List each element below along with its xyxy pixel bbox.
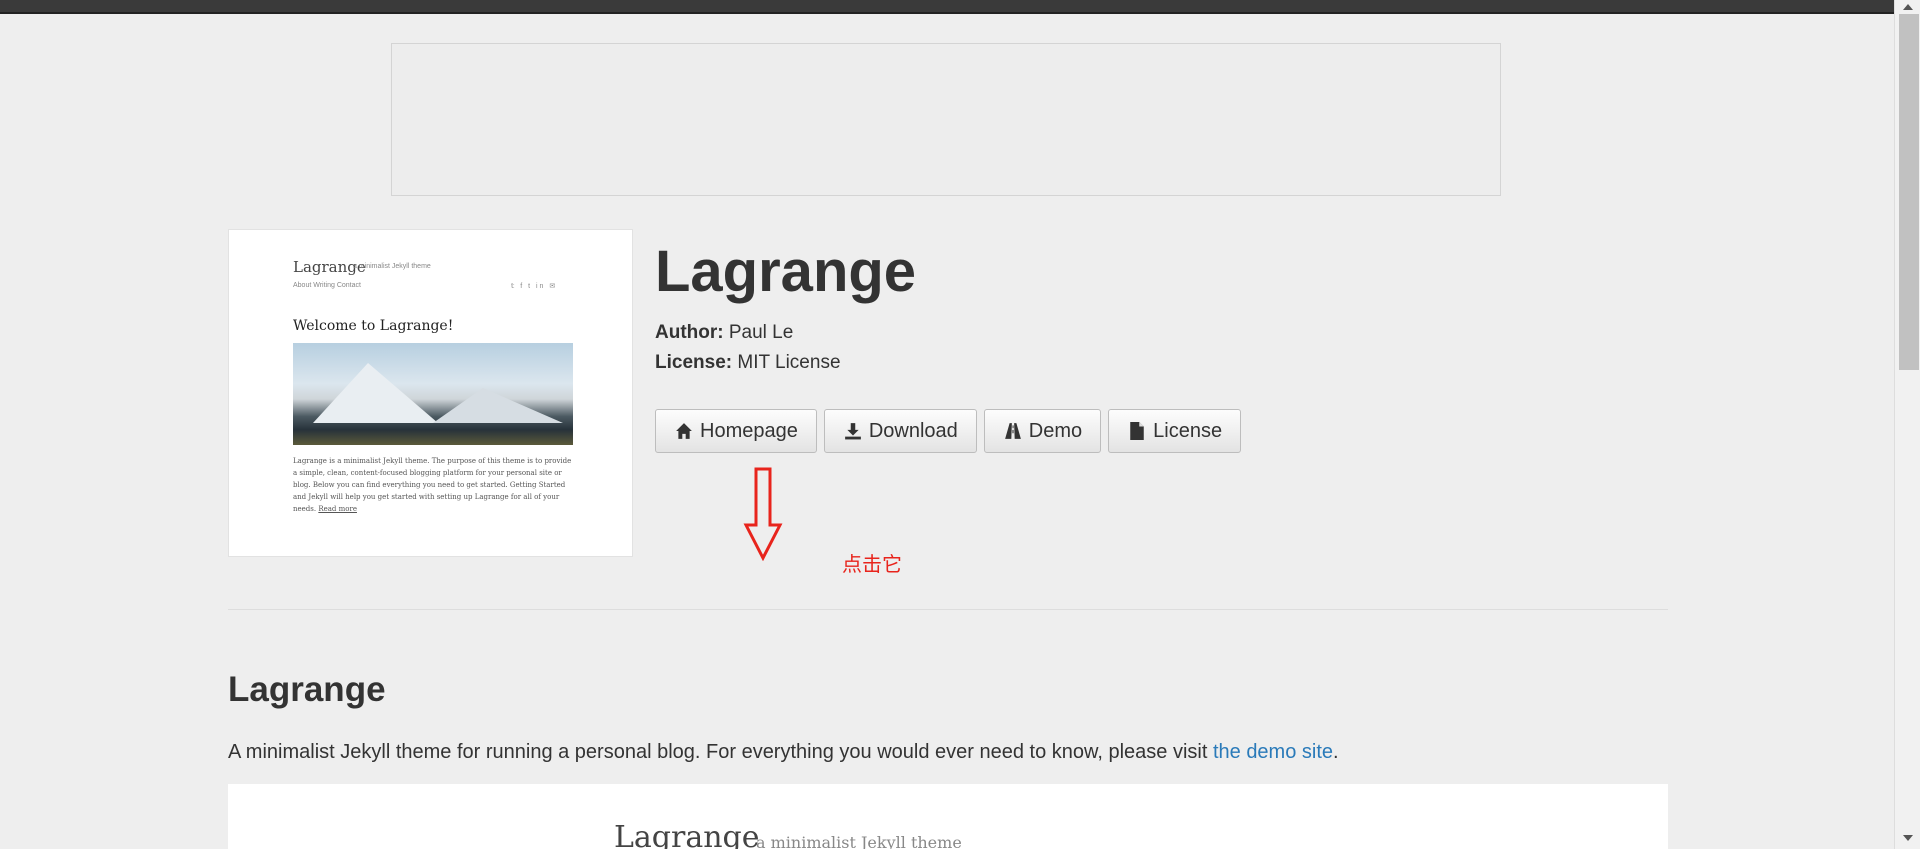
- annotation-text: 点击它: [842, 552, 902, 576]
- readme-description: A minimalist Jekyll theme for running a …: [228, 741, 1339, 763]
- readme-heading: Lagrange: [228, 670, 386, 709]
- theme-screenshot-thumbnail[interactable]: Lagrange a minimalist Jekyll theme About…: [228, 229, 633, 557]
- thumbnail-tagline: a minimalist Jekyll theme: [353, 263, 431, 270]
- theme-title: Lagrange: [655, 239, 917, 304]
- thumbnail-welcome-heading: Welcome to Lagrange!: [293, 318, 454, 334]
- top-bar: [0, 0, 1894, 14]
- demo-button[interactable]: Demo: [983, 409, 1102, 453]
- scroll-up-arrow-icon[interactable]: [1903, 4, 1913, 10]
- readme-preview-image: Lagrange a minimalist Jekyll theme: [228, 784, 1668, 849]
- demo-site-link[interactable]: the demo site: [1213, 741, 1333, 763]
- scroll-down-arrow-icon[interactable]: [1903, 835, 1913, 841]
- thumbnail-social-icons: 𝕥 f t in ✉: [511, 283, 558, 290]
- homepage-button-label: Homepage: [700, 419, 798, 442]
- author-line: Author: Paul Le: [655, 322, 793, 344]
- preview-tagline: a minimalist Jekyll theme: [756, 833, 962, 849]
- action-buttons: Homepage Download Demo License: [655, 409, 1242, 453]
- thumbnail-nav: About Writing Contact: [293, 282, 361, 289]
- section-divider: [228, 609, 1668, 610]
- demo-button-label: Demo: [1028, 419, 1083, 442]
- download-button[interactable]: Download: [823, 409, 977, 453]
- download-icon: [843, 421, 863, 441]
- license-button-label: License: [1153, 419, 1223, 442]
- home-icon: [674, 421, 694, 441]
- file-icon: [1127, 421, 1147, 441]
- author-label: Author:: [655, 322, 724, 343]
- scrollbar-thumb[interactable]: [1899, 14, 1919, 370]
- license-label: License:: [655, 352, 733, 373]
- down-arrow-annotation-icon: [743, 467, 783, 561]
- vertical-scrollbar[interactable]: [1894, 0, 1920, 849]
- thumbnail-mountain-image: [293, 343, 573, 445]
- ad-banner-placeholder: [391, 43, 1501, 196]
- thumbnail-read-more: Read more: [318, 505, 357, 513]
- license-button[interactable]: License: [1108, 409, 1242, 453]
- preview-title: Lagrange: [614, 820, 760, 849]
- license-value: MIT License: [737, 352, 841, 373]
- author-value: Paul Le: [728, 322, 794, 343]
- license-line: License: MIT License: [655, 352, 841, 374]
- homepage-button[interactable]: Homepage: [655, 409, 817, 453]
- thumbnail-excerpt: Lagrange is a minimalist Jekyll theme. T…: [293, 457, 572, 513]
- download-button-label: Download: [868, 419, 958, 442]
- road-icon: [1003, 421, 1023, 441]
